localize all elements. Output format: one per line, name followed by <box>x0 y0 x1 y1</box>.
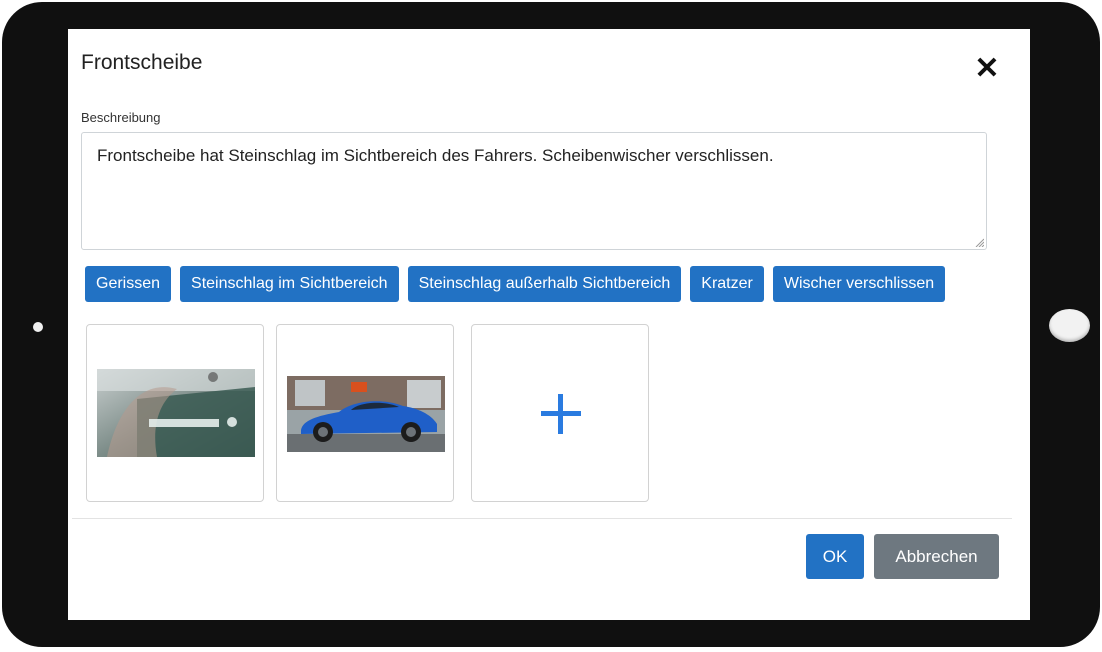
add-photo-button[interactable] <box>471 324 649 502</box>
resize-grip-icon[interactable] <box>974 237 984 247</box>
dialog: Frontscheibe ✕ Beschreibung Frontscheibe… <box>68 29 1030 620</box>
front-camera <box>33 322 43 332</box>
dialog-title: Frontscheibe <box>81 51 203 74</box>
description-label: Beschreibung <box>81 110 161 125</box>
plus-icon <box>541 394 581 434</box>
tag-kratzer-button[interactable]: Kratzer <box>690 266 764 302</box>
tag-wischer-button[interactable]: Wischer verschlissen <box>772 266 946 302</box>
ok-button[interactable]: OK <box>806 534 864 579</box>
windshield-damage-photo <box>97 369 255 457</box>
photo-thumbnail-car[interactable] <box>276 324 454 502</box>
footer-divider <box>72 518 1012 519</box>
home-button[interactable] <box>1049 309 1090 342</box>
tag-steinschlag-ausserhalb-button[interactable]: Steinschlag außerhalb Sichtbereich <box>407 266 682 302</box>
cancel-button[interactable]: Abbrechen <box>874 534 999 579</box>
tag-button-group: Gerissen Steinschlag im Sichtbereich Ste… <box>85 266 946 302</box>
tag-gerissen-button[interactable]: Gerissen <box>85 266 172 302</box>
close-icon[interactable]: ✕ <box>974 54 1000 84</box>
blue-car-photo <box>287 376 445 452</box>
tablet-frame: Frontscheibe ✕ Beschreibung Frontscheibe… <box>2 2 1100 647</box>
description-textarea[interactable]: Frontscheibe hat Steinschlag im Sichtber… <box>81 132 987 250</box>
photo-thumbnail-windshield[interactable] <box>86 324 264 502</box>
description-text: Frontscheibe hat Steinschlag im Sichtber… <box>97 146 774 165</box>
tag-steinschlag-sichtbereich-button[interactable]: Steinschlag im Sichtbereich <box>180 266 399 302</box>
